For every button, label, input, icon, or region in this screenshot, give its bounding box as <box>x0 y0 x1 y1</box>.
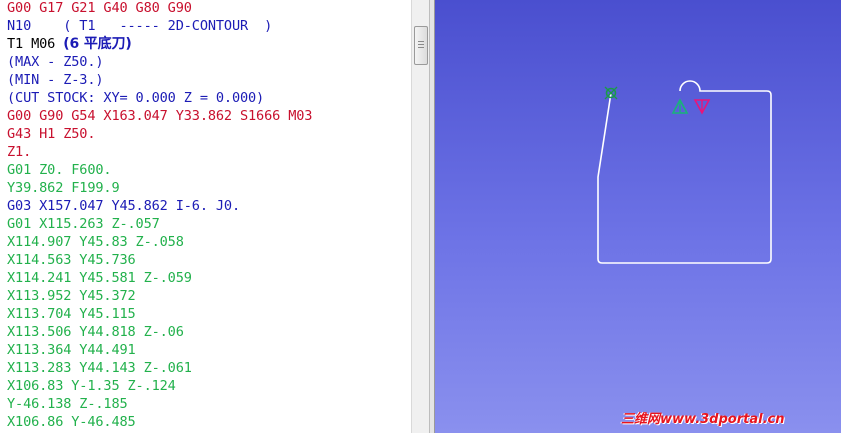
code-text: X114.563 Y45.736 <box>7 252 136 268</box>
code-text: X113.506 Y44.818 Z-.06 <box>7 324 184 340</box>
code-text: G01 X115.263 Z-.057 <box>7 216 160 232</box>
code-line[interactable]: (MAX - Z50.) <box>7 53 104 71</box>
code-text: (MAX - Z50.) <box>7 54 104 70</box>
nc-code-editor[interactable]: G00 G17 G21 G40 G80 G90 N10 ( T1 ----- 2D… <box>0 0 411 433</box>
code-line[interactable]: Y39.862 F199.9 <box>7 179 120 197</box>
code-line[interactable]: G00 G90 G54 X163.047 Y33.862 S1666 M03 <box>7 107 312 125</box>
code-text: Y-46.138 Z-.185 <box>7 396 128 412</box>
code-text: G00 G17 G21 G40 G80 G90 <box>7 0 192 16</box>
code-text: X114.907 Y45.83 Z-.058 <box>7 234 184 250</box>
code-text: G03 X157.047 Y45.862 I-6. J0. <box>7 198 240 214</box>
code-text: Z1. <box>7 144 32 160</box>
code-line[interactable]: X113.952 Y45.372 <box>7 287 136 305</box>
code-line[interactable]: (MIN - Z-3.) <box>7 71 104 89</box>
code-line[interactable]: T1 M06 (6 平底刀) <box>7 35 132 53</box>
watermark-logo: 三维网www.3dportal.cn <box>621 412 785 427</box>
code-text: G00 G90 G54 X163.047 Y33.862 S1666 M03 <box>7 108 313 124</box>
code-line[interactable]: X114.241 Y45.581 Z-.059 <box>7 269 192 287</box>
code-line[interactable]: Z1. <box>7 143 31 161</box>
code-line[interactable]: G00 G17 G21 G40 G80 G90 <box>7 0 192 17</box>
code-line[interactable]: X114.563 Y45.736 <box>7 251 136 269</box>
code-line[interactable]: N10 ( T1 ----- 2D-CONTOUR ) <box>7 17 272 35</box>
code-line[interactable]: G03 X157.047 Y45.862 I-6. J0. <box>7 197 240 215</box>
code-line[interactable]: X113.506 Y44.818 Z-.06 <box>7 323 184 341</box>
code-text: (CUT STOCK: XY= 0.000 Z = 0.000) <box>7 90 265 106</box>
plunge-up-marker-icon <box>671 98 689 114</box>
code-line[interactable]: X106.83 Y-1.35 Z-.124 <box>7 377 176 395</box>
scrollbar-thumb[interactable] <box>414 26 428 65</box>
code-text: (MIN - Z-3.) <box>7 72 104 88</box>
code-line[interactable]: X114.907 Y45.83 Z-.058 <box>7 233 184 251</box>
scrollbar-grip-line <box>418 41 424 42</box>
code-text: N10 ( T1 ----- 2D-CONTOUR ) <box>7 18 273 34</box>
start-point-icon <box>604 86 618 100</box>
code-text: X106.83 Y-1.35 Z-.124 <box>7 378 176 394</box>
code-line[interactable]: G01 X115.263 Z-.057 <box>7 215 160 233</box>
code-line[interactable]: X106.86 Y-46.485 <box>7 413 136 431</box>
code-text: T1 M06 <box>7 36 64 52</box>
toolpath-canvas <box>597 80 772 264</box>
code-text: X114.241 Y45.581 Z-.059 <box>7 270 192 286</box>
code-text: X113.952 Y45.372 <box>7 288 136 304</box>
code-text: X113.283 Y44.143 Z-.061 <box>7 360 192 376</box>
code-text: X113.364 Y44.491 <box>7 342 136 358</box>
code-text: X113.704 Y45.115 <box>7 306 136 322</box>
code-text: Y39.862 F199.9 <box>7 180 120 196</box>
code-line[interactable]: G43 H1 Z50. <box>7 125 96 143</box>
toolpath-viewport[interactable]: 三维网www.3dportal.cn <box>435 0 841 433</box>
code-comment-cjk: (6 平底刀) <box>63 36 132 52</box>
code-line[interactable]: (CUT STOCK: XY= 0.000 Z = 0.000) <box>7 89 264 107</box>
retract-down-marker-icon <box>693 99 711 115</box>
scrollbar-grip-line <box>418 44 424 45</box>
code-text: X106.86 Y-46.485 <box>7 414 136 430</box>
code-line[interactable]: X113.704 Y45.115 <box>7 305 136 323</box>
code-line[interactable]: G01 Z0. F600. <box>7 161 112 179</box>
scrollbar-grip-line <box>418 47 424 48</box>
code-line[interactable]: X113.364 Y44.491 <box>7 341 136 359</box>
code-text: G43 H1 Z50. <box>7 126 96 142</box>
editor-vertical-scrollbar[interactable] <box>411 0 430 433</box>
code-text: G01 Z0. F600. <box>7 162 112 178</box>
code-line[interactable]: Y-46.138 Z-.185 <box>7 395 128 413</box>
code-line[interactable]: X113.283 Y44.143 Z-.061 <box>7 359 192 377</box>
